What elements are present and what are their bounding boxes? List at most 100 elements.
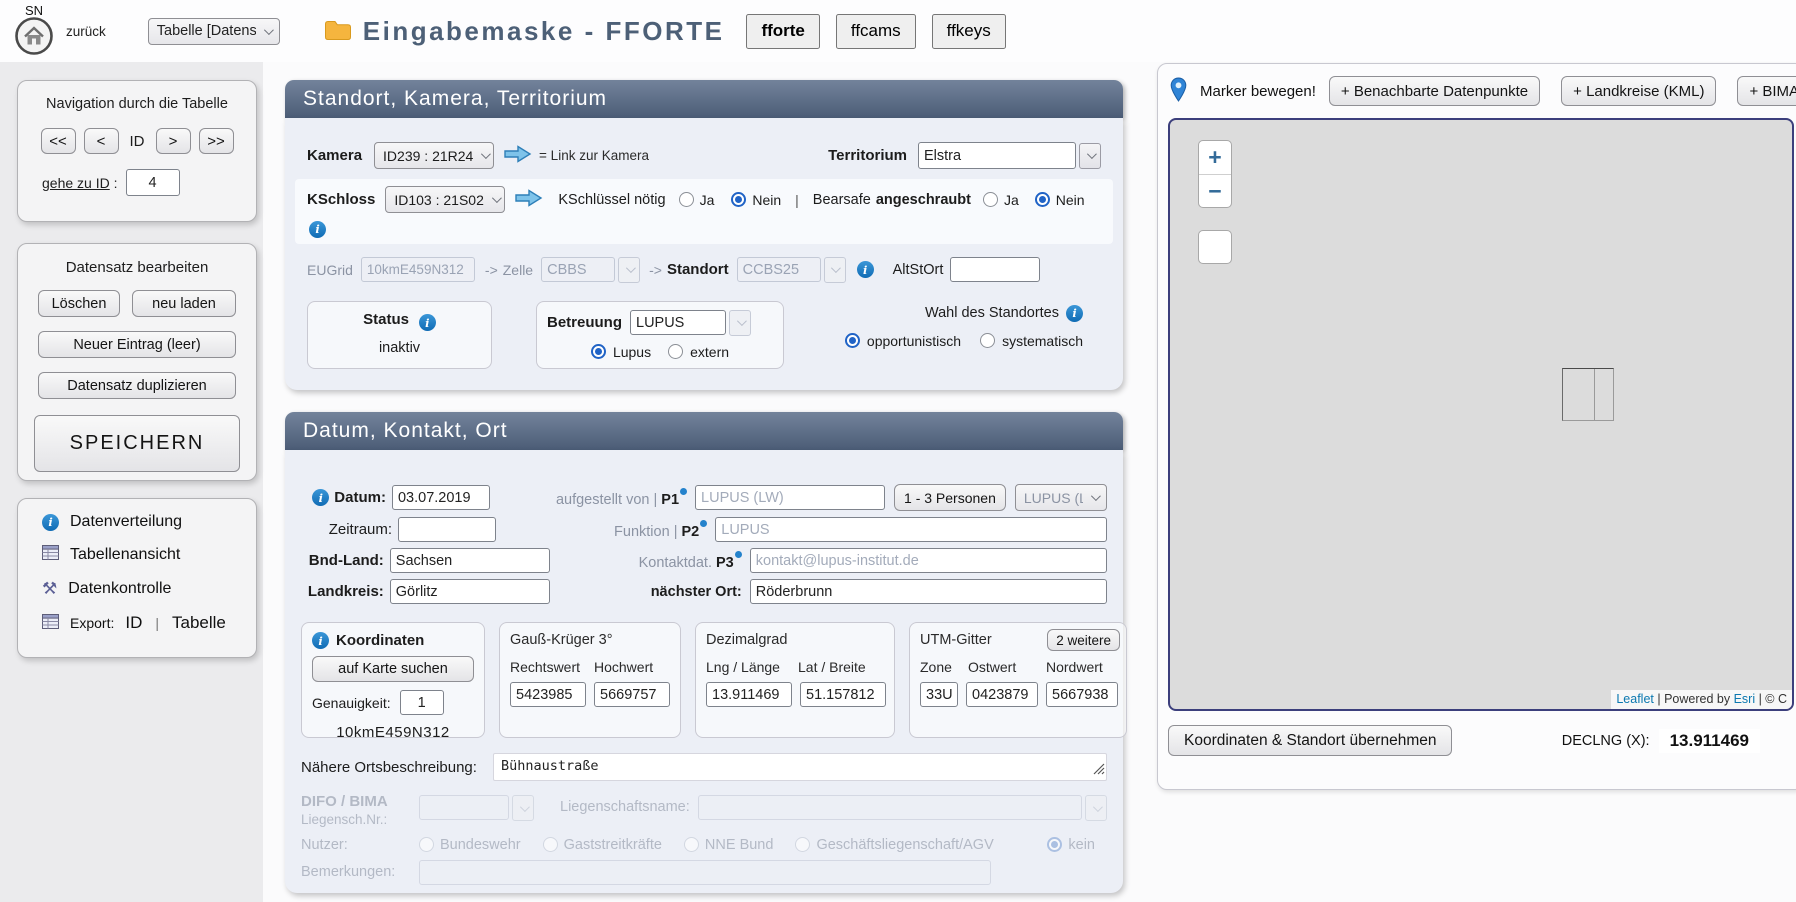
zeitraum-input[interactable] — [398, 517, 496, 542]
p1-prefix: aufgestellt von | — [556, 492, 661, 508]
rechtswert-input[interactable] — [510, 682, 586, 707]
esri-link[interactable]: Esri — [1734, 692, 1756, 706]
table-select[interactable]: Tabelle [Datens — [148, 18, 280, 45]
reload-button[interactable]: neu laden — [132, 290, 236, 317]
dg-title: Dezimalgrad — [706, 632, 884, 648]
back-link[interactable]: zurück — [66, 24, 106, 39]
info-icon[interactable]: i — [312, 632, 329, 649]
betreuung-input[interactable] — [630, 310, 726, 335]
betreuung-dropdown-button — [729, 310, 751, 336]
new-entry-button[interactable]: Neuer Eintrag (leer) — [38, 331, 236, 358]
goto-id-input[interactable] — [126, 169, 180, 196]
apply-coordinates-button[interactable]: Koordinaten & Standort übernehmen — [1168, 725, 1452, 756]
nordwert-input[interactable] — [1046, 682, 1118, 707]
kamera-label: Kamera — [307, 147, 362, 164]
p1-label: P1 — [661, 492, 679, 508]
kschluessel-ja-radio[interactable] — [679, 192, 694, 207]
data-distribution-link[interactable]: i Datenverteilung — [42, 513, 256, 531]
id-label: ID — [130, 133, 145, 150]
p1-input[interactable] — [695, 485, 885, 510]
app-switcher: fforte ffcams ffkeys — [746, 14, 1005, 49]
declng-readout: DECLNG (X): 13.911469 — [1562, 729, 1760, 753]
neighbors-button[interactable]: + Benachbarte Datenpunkte — [1329, 76, 1540, 106]
map-layer-button[interactable] — [1198, 230, 1232, 264]
kschluessel-nein-radio[interactable] — [731, 192, 746, 207]
ostwert-input[interactable] — [966, 682, 1038, 707]
zoom-out-button[interactable]: − — [1199, 174, 1231, 207]
landkreise-kml-button[interactable]: + Landkreise (KML) — [1561, 76, 1716, 106]
p1-select[interactable]: LUPUS (LW — [1015, 484, 1107, 511]
section-standort-header: Standort, Kamera, Territorium — [285, 80, 1123, 118]
save-button[interactable]: SPEICHERN — [34, 415, 240, 472]
zoom-in-button[interactable]: + — [1199, 141, 1231, 174]
export-table-link[interactable]: Tabelle — [172, 613, 226, 633]
next-record-button[interactable]: > — [156, 128, 191, 154]
table-view-link[interactable]: Tabellenansicht — [42, 545, 256, 565]
wahl-opportunistisch-radio[interactable] — [845, 333, 860, 348]
leaflet-link[interactable]: Leaflet — [1616, 692, 1654, 706]
duplicate-record-button[interactable]: Datensatz duplizieren — [38, 372, 236, 399]
table-icon — [42, 545, 59, 565]
info-icon[interactable]: i — [1066, 305, 1083, 322]
first-record-button[interactable]: << — [41, 128, 76, 154]
bearsafe-nein-radio[interactable] — [1035, 192, 1050, 207]
navigation-panel: Navigation durch die Tabelle << < ID > >… — [17, 80, 257, 222]
wahl-systematisch-radio[interactable] — [980, 333, 995, 348]
kschloss-select[interactable]: ID103 : 21S02 — [385, 186, 505, 213]
more-coords-button[interactable]: 2 weitere — [1047, 629, 1120, 651]
zone-input[interactable] — [920, 682, 958, 707]
kamera-select[interactable]: ID239 : 21R24 — [374, 142, 494, 169]
lat-input[interactable] — [800, 682, 886, 707]
status-box: Status i inaktiv — [307, 301, 492, 369]
app-button-ffkeys[interactable]: ffkeys — [932, 14, 1006, 49]
link-arrow-icon[interactable] — [503, 144, 532, 167]
map-search-button[interactable]: auf Karte suchen — [312, 656, 474, 682]
betreuung-lupus-label: Lupus — [613, 344, 651, 360]
data-control-link[interactable]: ⚒ Datenkontrolle — [42, 579, 256, 599]
map-canvas[interactable]: + − Leaflet | Powered by Esri | © C — [1168, 118, 1794, 711]
export-id-link[interactable]: ID — [125, 613, 142, 633]
datum-input[interactable] — [392, 485, 490, 510]
hochwert-input[interactable] — [594, 682, 670, 707]
bima-kml-button[interactable]: + BIMA (KML) — [1737, 76, 1796, 106]
bearsafe-bold-label: angeschraubt — [876, 192, 971, 208]
bearsafe-ja-radio[interactable] — [983, 192, 998, 207]
info-icon[interactable]: i — [419, 314, 436, 331]
ort-input[interactable] — [750, 579, 1107, 604]
goto-id-link[interactable]: gehe zu ID — [42, 175, 110, 191]
chevron-down-icon — [1091, 491, 1101, 501]
altstort-input[interactable] — [950, 257, 1040, 282]
altstort-label: AltStOrt — [893, 262, 944, 278]
bndland-input[interactable] — [390, 548, 550, 573]
betreuung-extern-radio[interactable] — [668, 344, 683, 359]
app-button-ffcams[interactable]: ffcams — [836, 14, 916, 49]
territorium-dropdown-button[interactable] — [1079, 143, 1101, 169]
landkreis-input[interactable] — [390, 579, 550, 604]
info-icon[interactable]: i — [312, 489, 329, 506]
p2-input[interactable] — [715, 517, 1107, 542]
link-arrow-icon[interactable] — [514, 188, 543, 211]
utm-col3-label: Nordwert — [1046, 659, 1103, 675]
ortsbeschreibung-textarea[interactable]: Bühnaustraße — [493, 753, 1107, 781]
chevron-down-icon — [264, 25, 274, 35]
home-button[interactable]: SN — [12, 3, 56, 59]
prev-record-button[interactable]: < — [84, 128, 119, 154]
liegensch-nr-label: Liegensch.Nr.: — [301, 812, 419, 829]
genauigkeit-label: Genauigkeit: — [312, 695, 391, 711]
info-icon[interactable]: i — [857, 261, 874, 278]
nutzer-bundeswehr-label: Bundeswehr — [440, 837, 521, 853]
territorium-input[interactable] — [918, 142, 1076, 169]
resize-handle-icon[interactable] — [1093, 762, 1105, 778]
personen-button[interactable]: 1 - 3 Personen — [894, 484, 1006, 511]
lng-input[interactable] — [706, 682, 792, 707]
p3-input[interactable] — [750, 548, 1107, 573]
genauigkeit-input[interactable] — [400, 690, 444, 715]
datum-label: Datum: — [334, 489, 386, 506]
landkreis-label: Landkreis: — [308, 583, 384, 600]
betreuung-lupus-radio[interactable] — [591, 344, 606, 359]
zelle-label: Zelle — [503, 262, 533, 278]
app-button-fforte[interactable]: fforte — [746, 14, 819, 49]
last-record-button[interactable]: >> — [199, 128, 234, 154]
delete-button[interactable]: Löschen — [38, 290, 120, 317]
info-icon[interactable]: i — [309, 221, 326, 238]
